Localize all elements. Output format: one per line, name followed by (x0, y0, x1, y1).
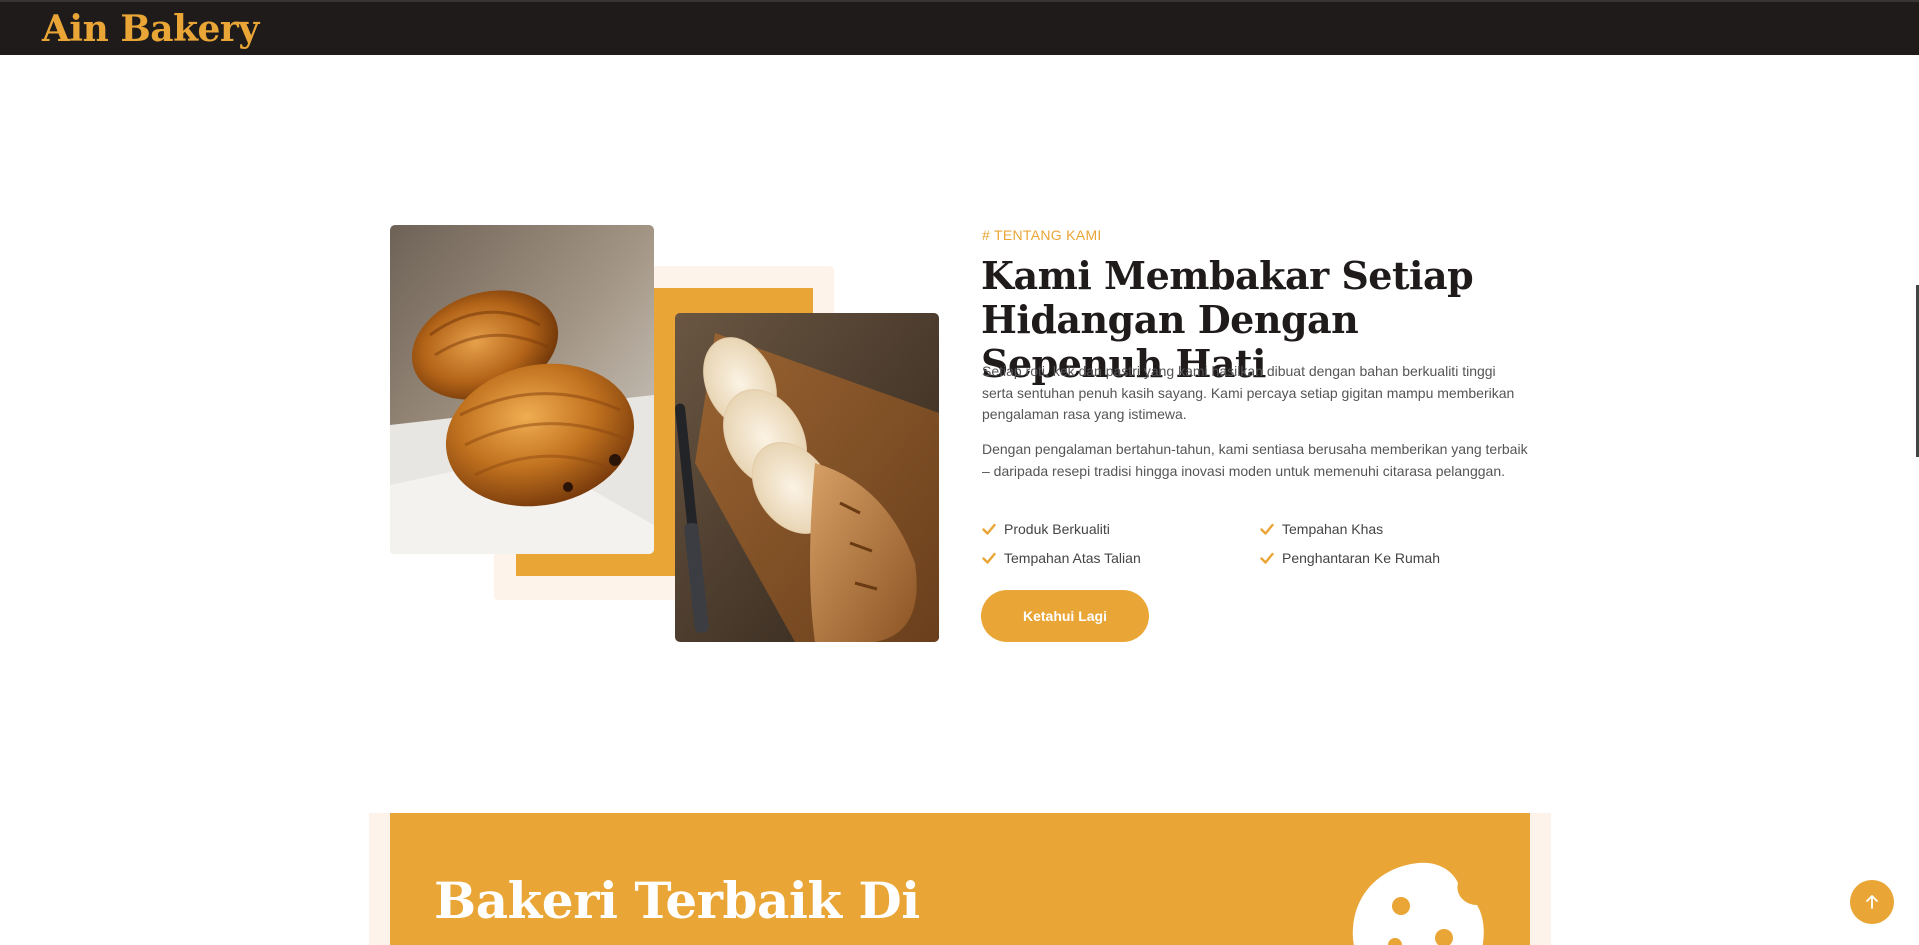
check-icon (982, 552, 996, 564)
croissant-photo (390, 225, 654, 554)
check-icon (1260, 552, 1274, 564)
feature-label: Tempahan Atas Talian (1004, 550, 1141, 566)
about-paragraph-2: Dengan pengalaman bertahun-tahun, kami s… (982, 441, 1528, 479)
cookie-icon (1352, 862, 1484, 945)
cta-banner: Bakeri Terbaik Di (390, 813, 1530, 945)
about-paragraph-1: Setiap roti, kek dan pastri yang kami ha… (982, 363, 1515, 422)
check-icon (982, 523, 996, 535)
learn-more-button[interactable]: Ketahui Lagi (981, 590, 1149, 642)
back-to-top-button[interactable] (1850, 880, 1894, 924)
feature-label: Tempahan Khas (1282, 521, 1384, 537)
arrow-up-icon (1866, 895, 1878, 909)
feature-label: Penghantaran Ke Rumah (1282, 550, 1440, 566)
about-section: # TENTANG KAMI Kami Membakar Setiap Hida… (0, 0, 1919, 945)
feature-item: Tempahan Khas (1260, 519, 1538, 539)
sliced-bread-photo (675, 313, 939, 642)
feature-label: Produk Berkualiti (1004, 521, 1110, 537)
feature-item: Tempahan Atas Talian (982, 548, 1260, 568)
feature-item: Produk Berkualiti (982, 519, 1260, 539)
check-icon (1260, 523, 1274, 535)
banner-title: Bakeri Terbaik Di (434, 871, 920, 930)
feature-item: Penghantaran Ke Rumah (1260, 548, 1538, 568)
feature-list: Produk Berkualiti Tempahan Khas Tempahan… (982, 519, 1542, 568)
section-eyebrow: # TENTANG KAMI (982, 227, 1102, 243)
